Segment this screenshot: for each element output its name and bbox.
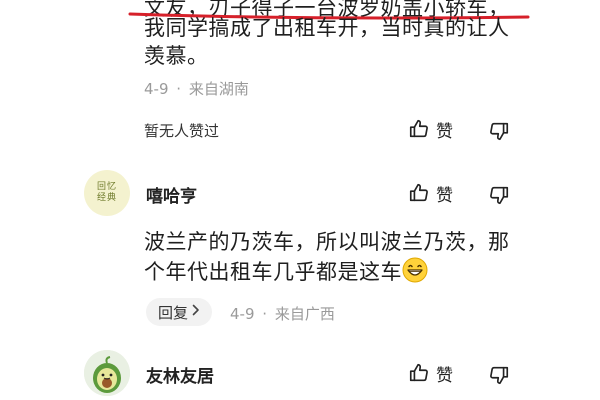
reply-label: 回复 [157, 303, 188, 322]
comment-2-meta: 4-9 · 来自广西 [230, 303, 335, 324]
avatar[interactable] [84, 350, 130, 396]
avatar-seal-text-1: 回忆 [96, 182, 117, 192]
comment-3-username[interactable]: 友林友居 [146, 362, 214, 387]
comment-3-dislike-button[interactable] [488, 362, 510, 388]
thumbs-up-icon [408, 182, 430, 204]
meta-separator: · [262, 305, 268, 323]
like-label: 赞 [436, 365, 453, 386]
comment-2-text-line-2-wrap: 个年代出租车几乎都是这车 [144, 257, 428, 290]
comment-2-text-line-2: 个年代出租车几乎都是这车 [144, 260, 402, 284]
avatar[interactable]: 回忆 经典 [84, 170, 130, 216]
like-label: 赞 [436, 185, 453, 206]
like-label: 赞 [436, 121, 453, 142]
avatar-seal-text-2: 经典 [96, 193, 117, 203]
comment-2-dislike-button[interactable] [488, 182, 510, 208]
no-likes-text: 暂无人赞过 [144, 122, 220, 140]
comment-thread: 文友，刃子得子一台波罗奶盖小轿车， 我同学搞成了出租车开，当时真的让人 羡慕。 … [0, 0, 600, 400]
comment-1-meta: 4-9 · 来自湖南 [144, 78, 249, 99]
comment-2-username[interactable]: 嘻哈亨 [146, 182, 197, 207]
comment-2-date: 4-9 [230, 305, 255, 323]
comment-1-text-line-2: 羡慕。 [144, 44, 209, 68]
thumbs-down-icon [488, 364, 510, 386]
avocado-avatar-image [84, 350, 130, 396]
comment-1-dislike-button[interactable] [488, 118, 510, 144]
comment-1-location: 来自湖南 [188, 80, 249, 98]
reply-button[interactable]: 回复 [146, 298, 212, 326]
thumbs-down-icon [488, 184, 510, 206]
thumbs-down-icon [488, 120, 510, 142]
thumbs-up-icon [408, 118, 430, 140]
comment-2-like-button[interactable]: 赞 [408, 180, 453, 206]
meta-separator: · [176, 80, 182, 98]
thumbs-up-icon [408, 362, 430, 384]
comment-2-text-line-1: 波兰产的乃茨车，所以叫波兰乃茨，那 [144, 230, 510, 254]
comment-2-location: 来自广西 [274, 305, 335, 323]
comment-3-like-button[interactable]: 赞 [408, 360, 453, 386]
comment-1-text-line-1: 我同学搞成了出租车开，当时真的让人 [144, 16, 510, 40]
comment-1-date: 4-9 [144, 80, 169, 98]
comment-1-like-button[interactable]: 赞 [408, 116, 453, 142]
grinning-face-emoji [402, 257, 428, 290]
chevron-right-icon [192, 304, 200, 320]
